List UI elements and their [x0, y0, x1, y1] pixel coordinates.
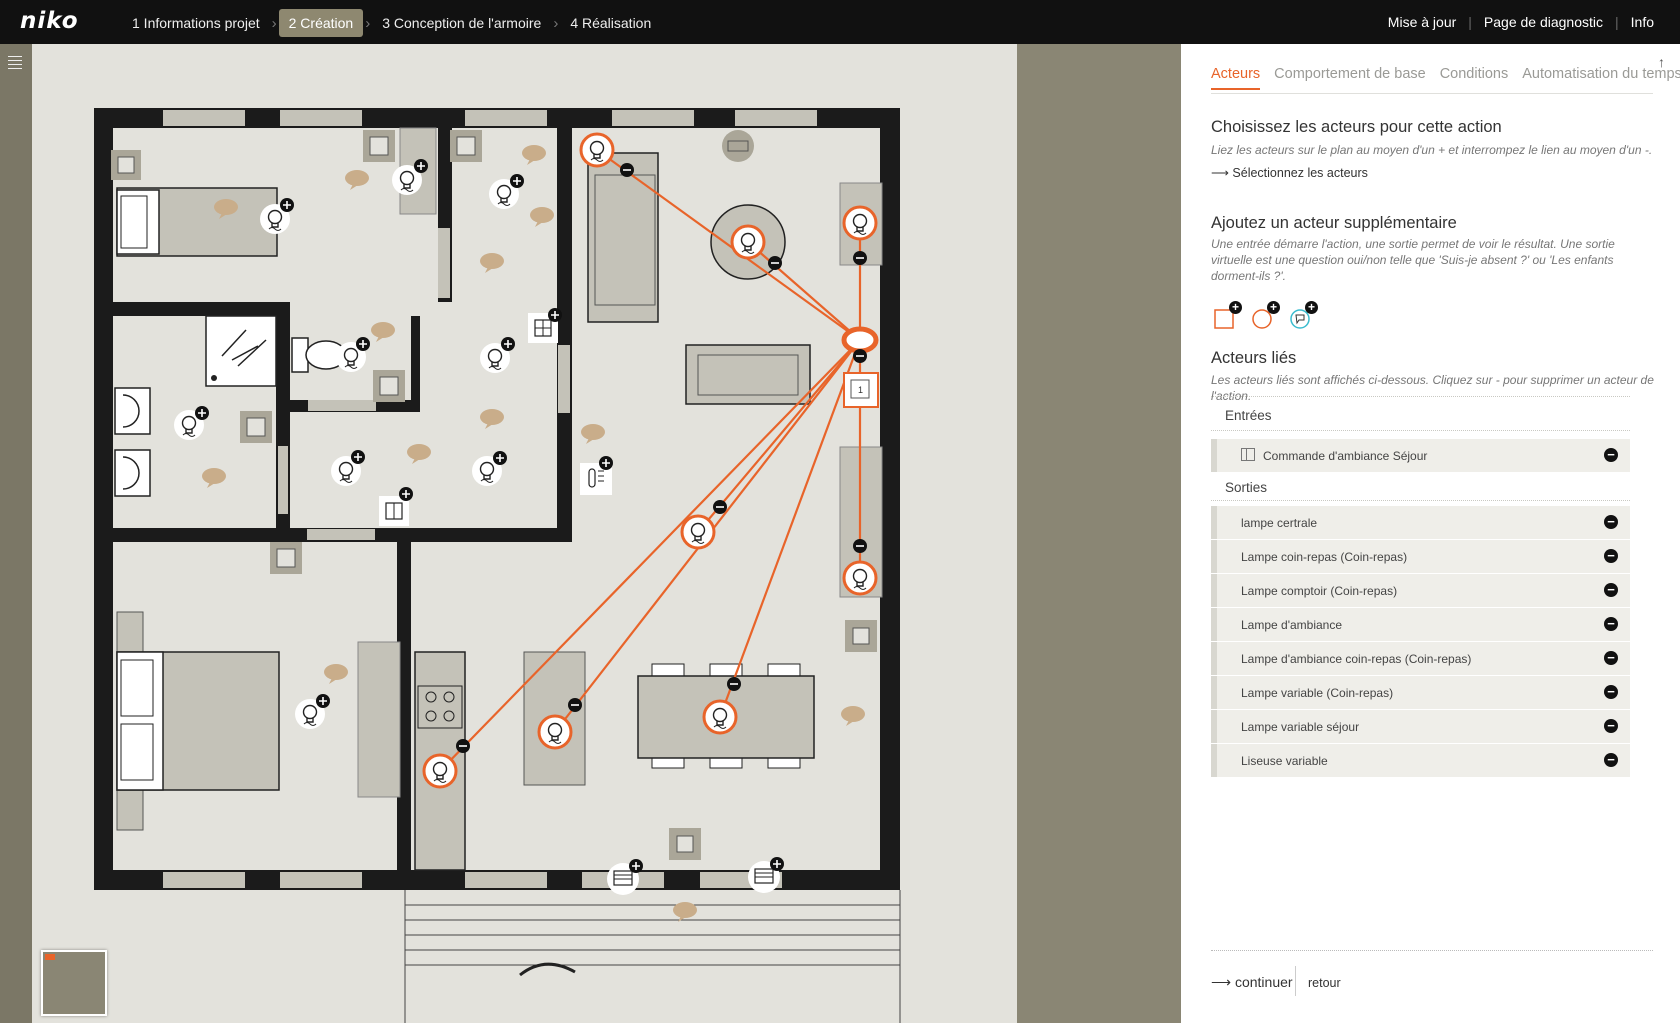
niko-logo: niko [20, 8, 79, 34]
arrow-right-icon: ⟶ [1211, 166, 1233, 180]
linked-output-label: lampe certrale [1241, 516, 1318, 530]
linked-output-label: Lampe d'ambiance coin-repas (Coin-repas) [1241, 652, 1472, 666]
menu-icon[interactable] [8, 56, 22, 72]
floor-plan-canvas[interactable]: 1 [32, 44, 1017, 1023]
linked-actors-title: Acteurs liés [1211, 349, 1297, 367]
divider [1211, 500, 1630, 501]
top-links: Mise à jour | Page de diagnostic | Info [1388, 14, 1654, 30]
info-link[interactable]: Info [1631, 14, 1654, 30]
select-actors-label: Sélectionnez les acteurs [1232, 166, 1368, 180]
diagnostic-link[interactable]: Page de diagnostic [1484, 14, 1603, 30]
linked-output-row[interactable]: Liseuse variable − [1211, 744, 1630, 777]
add-output-icon[interactable]: + [1251, 301, 1280, 330]
step-4-realisation[interactable]: 4 Réalisation [560, 9, 661, 37]
choose-actors-desc: Liez les acteurs sur le plan au moyen d'… [1211, 143, 1653, 157]
minimap[interactable] [41, 950, 107, 1016]
remote-icon [1241, 448, 1255, 461]
divider [1211, 430, 1630, 431]
linked-output-label: Liseuse variable [1241, 754, 1328, 768]
divider [1295, 966, 1296, 996]
continue-label: continuer [1234, 974, 1293, 990]
inputs-title: Entrées [1225, 408, 1272, 423]
remove-minus-icon[interactable]: − [1604, 583, 1618, 597]
remove-minus-icon[interactable]: − [1604, 617, 1618, 631]
remove-minus-icon[interactable]: − [1604, 719, 1618, 733]
divider [1211, 950, 1653, 951]
action-panel: Acteurs Comportement de base Conditions … [1181, 44, 1680, 1023]
linked-input-row[interactable]: Commande d'ambiance Séjour − [1211, 439, 1630, 472]
linked-output-row[interactable]: lampe certrale − [1211, 506, 1630, 539]
select-actors-link[interactable]: ⟶ Sélectionnez les acteurs [1211, 165, 1368, 180]
continue-button[interactable]: ⟶ continuer [1211, 974, 1293, 991]
linked-output-label: Lampe comptoir (Coin-repas) [1241, 584, 1398, 598]
add-actor-desc: Une entrée démarre l'action, une sortie … [1211, 237, 1615, 283]
step-1-project-info[interactable]: 1 Informations projet [122, 9, 270, 37]
linked-output-row[interactable]: Lampe comptoir (Coin-repas) − [1211, 574, 1630, 607]
arrow-right-icon: ⟶ [1211, 974, 1235, 990]
linked-output-label: Lampe variable séjour [1241, 720, 1360, 734]
update-link[interactable]: Mise à jour [1388, 14, 1456, 30]
tab-basic-behaviour[interactable]: Comportement de base [1274, 66, 1426, 90]
divider [1211, 93, 1653, 94]
remove-minus-icon[interactable]: − [1604, 448, 1618, 462]
left-sidebar-strip [0, 44, 32, 1023]
linked-output-row[interactable]: Lampe d'ambiance − [1211, 608, 1630, 641]
linked-output-row[interactable]: Lampe variable séjour − [1211, 710, 1630, 743]
remove-minus-icon[interactable]: − [1604, 651, 1618, 665]
remote-label: 1 [858, 385, 863, 395]
remove-minus-icon[interactable]: − [1604, 753, 1618, 767]
remove-minus-icon[interactable]: − [1604, 549, 1618, 563]
outputs-title: Sorties [1225, 480, 1268, 495]
floor-plan: 1 [94, 108, 901, 1023]
linked-output-label: Lampe coin-repas (Coin-repas) [1241, 550, 1408, 564]
tab-actors[interactable]: Acteurs [1211, 66, 1261, 90]
divider [1211, 396, 1630, 397]
divider: | [1615, 14, 1619, 30]
add-input-icon[interactable]: + [1213, 301, 1242, 330]
top-bar: niko 1 Informations projet › 2 Création … [0, 0, 1680, 44]
chevron-right-icon: › [553, 14, 559, 32]
add-actor-icons: + + + [1213, 301, 1318, 330]
back-button[interactable]: retour [1308, 976, 1341, 990]
remove-minus-icon[interactable]: − [1604, 515, 1618, 529]
remove-minus-icon[interactable]: − [1604, 685, 1618, 699]
panel-tabs: Acteurs Comportement de base Conditions … [1211, 66, 1680, 90]
chevron-right-icon: › [271, 14, 277, 32]
step-3-cabinet-design[interactable]: 3 Conception de l'armoire [372, 9, 551, 37]
tab-time-automation[interactable]: Automatisation du temps [1522, 66, 1680, 90]
tab-conditions[interactable]: Conditions [1440, 66, 1509, 90]
step-2-creation[interactable]: 2 Création [278, 9, 364, 37]
divider: | [1468, 14, 1472, 30]
linked-output-row[interactable]: Lampe coin-repas (Coin-repas) − [1211, 540, 1630, 573]
choose-actors-title: Choisissez les acteurs pour cette action [1211, 118, 1502, 136]
arrow-up-icon[interactable]: ↑ [1658, 54, 1665, 70]
linked-output-label: Lampe d'ambiance [1241, 618, 1343, 632]
linked-output-row[interactable]: Lampe d'ambiance coin-repas (Coin-repas)… [1211, 642, 1630, 675]
linked-input-label: Commande d'ambiance Séjour [1263, 449, 1428, 463]
add-actor-title: Ajoutez un acteur supplémentaire [1211, 214, 1457, 232]
add-virtual-output-icon[interactable]: + [1289, 301, 1318, 330]
linked-output-row[interactable]: Lampe variable (Coin-repas) − [1211, 676, 1630, 709]
linked-output-label: Lampe variable (Coin-repas) [1241, 686, 1394, 700]
chevron-right-icon: › [365, 14, 371, 32]
step-navigation: 1 Informations projet › 2 Création › 3 C… [122, 9, 661, 37]
linked-actors-desc: Les acteurs liés sont affichés ci-dessou… [1211, 373, 1654, 403]
